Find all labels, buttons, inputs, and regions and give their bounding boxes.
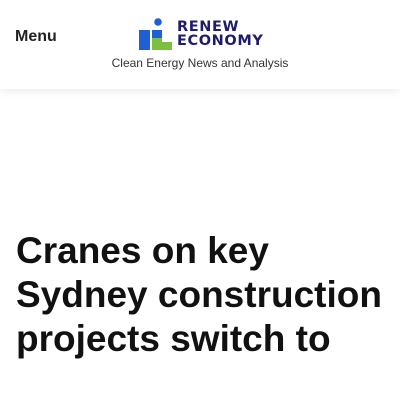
logo-line-renew: RENEW (177, 19, 240, 35)
renew-economy-logo-icon (139, 18, 172, 50)
logo-wordmark: RENEW ECONOMY (177, 19, 264, 49)
site-tagline: Clean Energy News and Analysis (111, 56, 289, 70)
logo-line-economy: ECONOMY (177, 33, 264, 49)
menu-button[interactable]: Menu (15, 28, 57, 46)
page: Menu RENEW ECONOMY Clean Energy News and… (0, 0, 400, 400)
site-header: Menu RENEW ECONOMY Clean Energy News and… (0, 0, 400, 89)
article-headline: Cranes on key Sydney construction projec… (16, 230, 382, 359)
site-logo[interactable]: RENEW ECONOMY (139, 17, 264, 50)
